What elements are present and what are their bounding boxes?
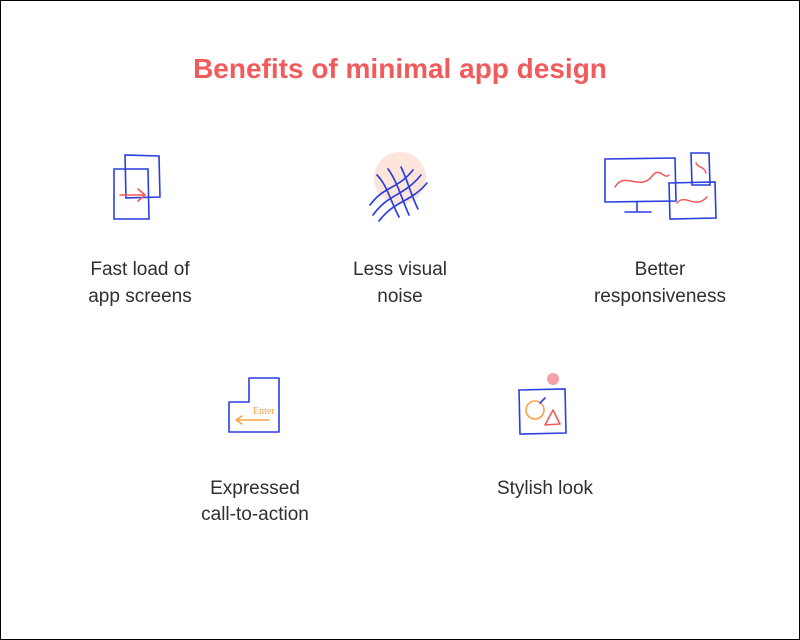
page-title: Benefits of minimal app design [193,51,607,87]
benefit-label: Stylish look [497,476,593,503]
enter-text: Enter [253,406,275,417]
devices-icon [595,142,725,237]
shapes-icon [505,361,585,456]
benefit-responsiveness: Better responsiveness [570,142,750,310]
benefit-label: Better responsiveness [594,257,726,310]
benefit-label: Expressed call-to-action [201,476,309,529]
benefits-row-1: Fast load of app screens Less visual noi [50,142,750,310]
benefit-less-noise: Less visual noise [310,142,490,310]
benefit-stylish: Stylish look [455,361,635,529]
screens-icon [98,142,183,237]
benefit-cta: Enter Expressed call-to-action [165,361,345,529]
diagram-page: Benefits of minimal app design Fast load… [1,1,799,639]
scribble-icon [355,142,445,237]
benefits-row-2: Enter Expressed call-to-action [165,361,635,529]
benefit-label: Less visual noise [353,257,447,310]
enter-key-icon: Enter [215,361,295,456]
benefit-fast-load: Fast load of app screens [50,142,230,310]
benefit-label: Fast load of app screens [88,257,192,310]
